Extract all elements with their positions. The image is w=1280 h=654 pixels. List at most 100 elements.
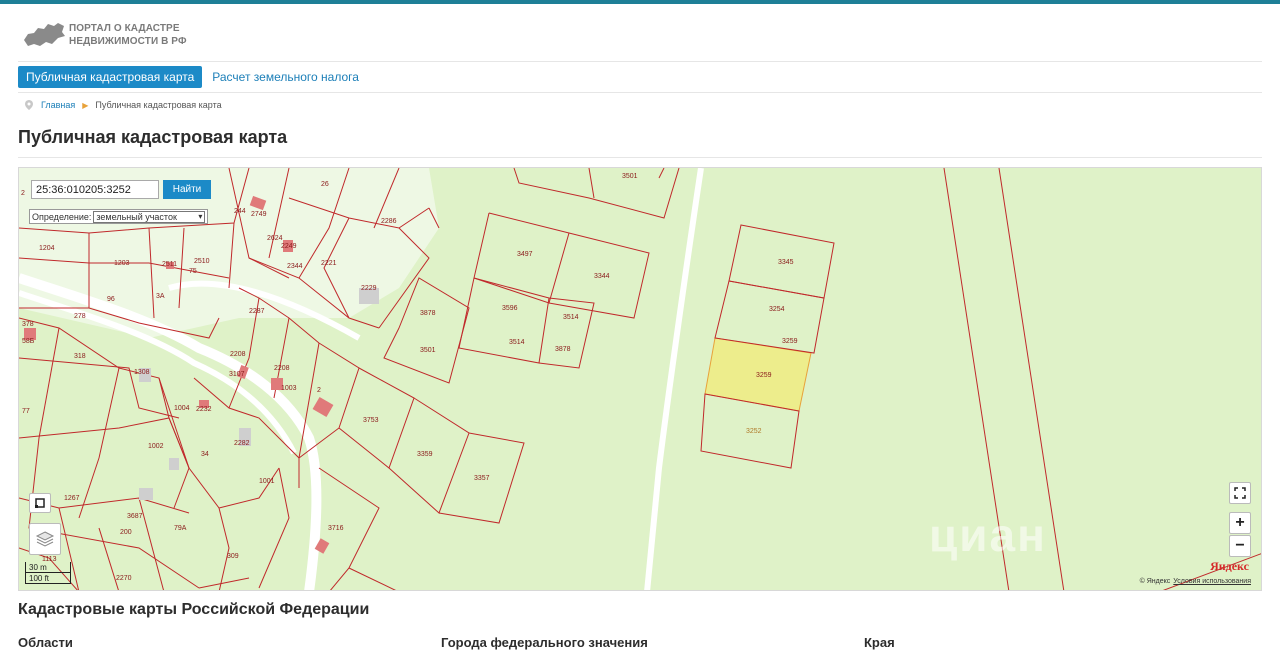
cadastral-map[interactable]: 2 1204 1203 2511 2510 75 96 3А 278 378 58Б 318 1308 7… — [18, 167, 1262, 591]
parcel-label: 2249 — [281, 243, 297, 250]
parcel-label: 1004 — [174, 405, 190, 412]
parcel-label: 1308 — [134, 369, 150, 376]
zoom-in-button[interactable]: + — [1229, 512, 1251, 534]
parcel-label: 2221 — [321, 260, 337, 267]
map-copyright: © Яндекс Условия использования — [1140, 578, 1251, 585]
parcel-label: 378 — [22, 321, 34, 328]
parcel-label: 3514 — [563, 314, 579, 321]
portal-title: ПОРТАЛ О КАДАСТРЕ НЕДВИЖИМОСТИ В РФ — [69, 22, 187, 48]
main-nav: Публичная кадастровая карта Расчет земел… — [18, 66, 359, 88]
nav-link-land-tax[interactable]: Расчет земельного налога — [212, 70, 359, 84]
parcel-label: 278 — [74, 313, 86, 320]
parcel-label: 2270 — [116, 575, 132, 582]
parcel-label: 1203 — [114, 260, 130, 267]
cian-watermark: циан — [929, 509, 1047, 561]
chevron-down-icon: ▾ — [198, 212, 203, 221]
layers-button[interactable] — [29, 523, 61, 555]
parcel-label: 3878 — [555, 346, 571, 353]
parcel-label: 2624 — [267, 235, 283, 242]
parcel-label: 1267 — [64, 495, 80, 502]
select-area-button[interactable] — [29, 493, 51, 513]
parcel-label: 2286 — [381, 218, 397, 225]
definition-select[interactable]: земельный участок ▾ — [93, 210, 206, 223]
parcel-label: 244 — [234, 208, 246, 215]
parcel-label: 3501 — [622, 173, 638, 180]
layers-icon — [35, 531, 55, 547]
parcel-label: 3501 — [420, 347, 436, 354]
map-scale: 30 m 100 ft — [25, 562, 71, 584]
column-krai[interactable]: Края — [864, 635, 895, 650]
parcel-label: 1002 — [148, 443, 164, 450]
parcel-label: 3259 — [782, 338, 798, 345]
scale-feet: 100 ft — [25, 573, 71, 584]
parcel-label: 3497 — [517, 251, 533, 258]
parcel-label: 75 — [189, 268, 197, 275]
terms-link[interactable]: Условия использования — [1173, 578, 1251, 585]
parcel-label: 3А — [156, 293, 165, 300]
parcel-label: 318 — [74, 353, 86, 360]
fullscreen-button[interactable] — [1229, 482, 1251, 504]
parcel-label: 3107 — [229, 371, 245, 378]
breadcrumb-home[interactable]: Главная — [41, 100, 75, 110]
parcel-label: 2344 — [287, 263, 303, 270]
parcel-label: 200 — [120, 529, 132, 536]
parcel-label: 1003 — [281, 385, 297, 392]
parcel-label: 3514 — [509, 339, 525, 346]
parcel-label: 79А — [174, 525, 187, 532]
portal-title-line1: ПОРТАЛ О КАДАСТРЕ — [69, 23, 180, 34]
parcel-label: 3258 — [19, 168, 35, 170]
parcel-label: 2282 — [234, 440, 250, 447]
parcel-label: 1001 — [259, 478, 275, 485]
parcel-label: 2510 — [194, 258, 210, 265]
parcel-label: 77 — [22, 408, 30, 415]
column-regions[interactable]: Области — [18, 635, 73, 650]
scale-meters: 30 m — [25, 562, 71, 573]
breadcrumb-current: Публичная кадастровая карта — [95, 100, 222, 110]
parcel-label: 3596 — [502, 305, 518, 312]
search-button[interactable]: Найти — [163, 180, 211, 199]
parcel-label: 2229 — [361, 285, 377, 292]
parcel-label: 96 — [107, 296, 115, 303]
parcel-label: 2287 — [249, 308, 265, 315]
parcel-label: 3254 — [769, 306, 785, 313]
parcel-label: 3359 — [417, 451, 433, 458]
divider — [18, 157, 1262, 158]
top-accent-line — [0, 0, 1280, 4]
definition-select-value: земельный участок — [96, 211, 177, 222]
column-federal-cities[interactable]: Города федерального значения — [441, 635, 648, 650]
parcel-label: 3252 — [746, 428, 762, 435]
parcel-label: 2 — [317, 387, 321, 394]
zoom-out-button[interactable]: − — [1229, 535, 1251, 557]
portal-logo[interactable]: ПОРТАЛ О КАДАСТРЕ НЕДВИЖИМОСТИ В РФ — [22, 18, 187, 52]
divider — [18, 61, 1262, 62]
parcel-label: 3878 — [420, 310, 436, 317]
fullscreen-icon — [1234, 487, 1246, 499]
parcel-label: 3259 — [756, 372, 772, 379]
parcel-label: 34 — [201, 451, 209, 458]
nav-tab-cadastral-map[interactable]: Публичная кадастровая карта — [18, 66, 203, 88]
location-pin-icon — [25, 100, 33, 110]
parcel-label: 2511 — [162, 261, 177, 268]
parcel-label: 58Б — [22, 338, 35, 345]
parcel-label: 26 — [321, 181, 329, 188]
section-title: Кадастровые карты Российской Федерации — [18, 601, 370, 618]
cadastral-number-input[interactable] — [31, 180, 159, 199]
cadastral-search: Найти — [31, 180, 211, 199]
parcel-label: 309 — [227, 553, 239, 560]
parcel-label: 2208 — [230, 351, 246, 358]
parcel-label: 2208 — [274, 365, 290, 372]
definition-label: Определение: — [32, 211, 92, 222]
road — [644, 168, 704, 590]
parcel-label: 3687 — [127, 513, 143, 520]
map-canvas[interactable]: 2 1204 1203 2511 2510 75 96 3А 278 378 58Б 318 1308 7… — [19, 168, 1262, 591]
yandex-copyright: © Яндекс — [1139, 578, 1171, 585]
breadcrumb-separator-icon: ▶ — [82, 100, 89, 110]
select-area-icon — [35, 498, 45, 508]
russia-map-icon — [24, 23, 65, 46]
divider — [18, 92, 1262, 93]
parcel-label: 2749 — [251, 211, 267, 218]
parcel-label: 3357 — [474, 475, 490, 482]
portal-title-line2: НЕДВИЖИМОСТИ В РФ — [69, 36, 187, 47]
parcel-label: 3716 — [328, 525, 344, 532]
parcel-label: 3753 — [363, 417, 379, 424]
